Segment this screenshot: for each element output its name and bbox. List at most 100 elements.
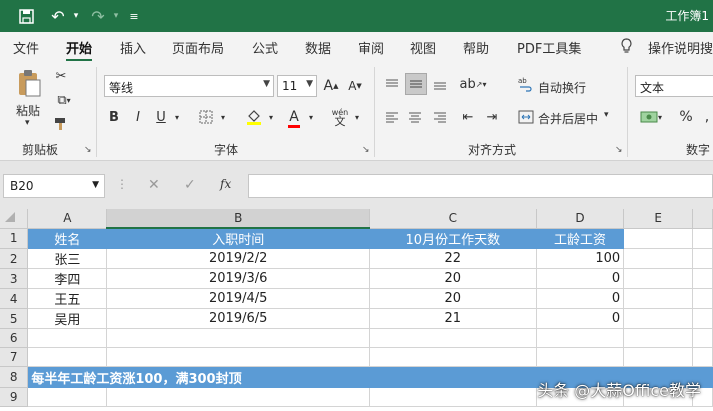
tab-view[interactable]: 视图 <box>410 38 436 57</box>
name-box[interactable]: B20 ▼ <box>3 174 105 198</box>
cell[interactable]: 0 <box>536 308 625 329</box>
tab-home[interactable]: 开始 <box>66 38 93 62</box>
tell-me-search[interactable]: 操作说明搜 <box>648 38 713 57</box>
cell[interactable]: 李四 <box>27 268 108 289</box>
number-format-select[interactable]: 文本 <box>635 75 713 97</box>
font-launcher-icon[interactable]: ↘ <box>362 145 370 155</box>
cancel-icon[interactable]: ✕ <box>148 177 160 193</box>
cell[interactable] <box>106 387 370 407</box>
merge-dropdown-icon[interactable]: ▾ <box>604 110 609 120</box>
cell[interactable] <box>692 288 713 309</box>
cell[interactable] <box>623 268 694 289</box>
cell[interactable] <box>369 328 537 348</box>
cell[interactable] <box>623 308 694 329</box>
cell[interactable]: 2019/4/5 <box>106 288 370 309</box>
cell[interactable] <box>536 347 625 367</box>
clipboard-launcher-icon[interactable]: ↘ <box>84 145 92 155</box>
tab-pdf-tools[interactable]: PDF工具集 <box>517 38 581 57</box>
cell[interactable]: 吴用 <box>27 308 108 329</box>
tab-data[interactable]: 数据 <box>305 38 331 57</box>
decrease-font-size-icon[interactable]: A ▼ <box>346 75 364 97</box>
cell[interactable] <box>623 347 694 367</box>
tab-help[interactable]: 帮助 <box>463 38 489 57</box>
tab-insert[interactable]: 插入 <box>120 38 146 57</box>
align-top-icon[interactable] <box>382 73 402 95</box>
column-header-c[interactable]: C <box>369 209 537 229</box>
tab-review[interactable]: 审阅 <box>358 38 384 57</box>
formula-input[interactable] <box>248 174 713 198</box>
cell[interactable] <box>27 387 108 407</box>
wrap-text-icon[interactable]: ab <box>516 73 536 95</box>
bold-icon[interactable]: B <box>106 106 122 128</box>
column-header-e[interactable]: E <box>623 209 694 229</box>
cell[interactable] <box>692 268 713 289</box>
format-painter-icon[interactable] <box>52 115 70 133</box>
tab-file[interactable]: 文件 <box>13 38 39 57</box>
cell[interactable] <box>623 288 694 309</box>
orientation-icon[interactable]: ab ↗▾ <box>460 73 487 95</box>
row-header[interactable]: 6 <box>0 328 29 348</box>
row-header[interactable]: 8 <box>0 366 29 388</box>
borders-icon[interactable] <box>196 106 216 128</box>
cell[interactable] <box>692 308 713 329</box>
decrease-indent-icon[interactable]: ⇤ <box>458 106 478 128</box>
cell[interactable] <box>27 328 108 348</box>
save-icon[interactable] <box>14 4 38 28</box>
cell[interactable]: 2019/2/2 <box>106 248 370 269</box>
row-header[interactable]: 7 <box>0 347 29 367</box>
fill-color-dropdown-icon[interactable]: ▾ <box>266 106 276 128</box>
tab-formulas[interactable]: 公式 <box>252 38 278 57</box>
cell[interactable] <box>623 228 694 249</box>
column-header-a[interactable]: A <box>27 209 108 229</box>
cell[interactable] <box>369 347 537 367</box>
column-header-d[interactable]: D <box>536 209 625 229</box>
cut-icon[interactable]: ✂ <box>52 67 70 85</box>
select-all-corner[interactable] <box>0 209 29 229</box>
copy-icon[interactable]: ⧉ ▾ <box>52 91 76 109</box>
cell[interactable]: 100 <box>536 248 625 269</box>
cell[interactable]: 王五 <box>27 288 108 309</box>
cell[interactable] <box>692 248 713 269</box>
align-right-icon[interactable] <box>430 106 450 128</box>
cell[interactable]: 2019/3/6 <box>106 268 370 289</box>
wrap-text-button[interactable]: 自动换行 <box>538 79 586 96</box>
align-middle-icon[interactable] <box>405 73 427 95</box>
phonetic-guide-icon[interactable]: wén 文 <box>328 106 352 128</box>
paste-button[interactable]: 粘贴 <box>16 102 40 119</box>
customize-qat-icon[interactable]: ≡ <box>122 4 146 28</box>
cell[interactable] <box>692 347 713 367</box>
align-bottom-icon[interactable] <box>430 73 450 95</box>
paste-icon[interactable] <box>14 67 44 99</box>
cell[interactable]: 0 <box>536 268 625 289</box>
phonetic-dropdown-icon[interactable]: ▾ <box>352 106 362 128</box>
header-cell-seniority-pay[interactable]: 工龄工资 <box>536 228 625 249</box>
cell[interactable] <box>369 387 537 407</box>
cell[interactable]: 0 <box>536 288 625 309</box>
alignment-launcher-icon[interactable]: ↘ <box>615 145 623 155</box>
align-left-icon[interactable] <box>382 106 402 128</box>
header-cell-work-days[interactable]: 10月份工作天数 <box>369 228 537 249</box>
font-color-icon[interactable]: A <box>284 106 304 128</box>
paste-dropdown-icon[interactable]: ▾ <box>25 118 30 128</box>
cell[interactable] <box>27 347 108 367</box>
increase-font-size-icon[interactable]: A ▲ <box>322 75 340 97</box>
align-center-icon[interactable] <box>405 106 425 128</box>
cell[interactable] <box>106 328 370 348</box>
merge-center-button[interactable]: 合并后居中 <box>538 110 598 127</box>
accounting-format-icon[interactable]: ▾ <box>636 106 666 128</box>
cell[interactable]: 22 <box>369 248 537 269</box>
row-header[interactable]: 4 <box>0 288 29 309</box>
row-header[interactable]: 5 <box>0 308 29 329</box>
cell[interactable] <box>106 347 370 367</box>
cell[interactable]: 20 <box>369 288 537 309</box>
column-header-b[interactable]: B <box>106 209 370 229</box>
italic-icon[interactable]: I <box>130 106 146 128</box>
column-header-f[interactable] <box>692 209 713 229</box>
cell[interactable] <box>692 328 713 348</box>
tab-page-layout[interactable]: 页面布局 <box>172 38 224 57</box>
fill-color-icon[interactable] <box>244 106 264 128</box>
row-header[interactable]: 1 <box>0 228 29 249</box>
row-header[interactable]: 3 <box>0 268 29 289</box>
underline-dropdown-icon[interactable]: ▾ <box>172 106 182 128</box>
cell[interactable]: 2019/6/5 <box>106 308 370 329</box>
